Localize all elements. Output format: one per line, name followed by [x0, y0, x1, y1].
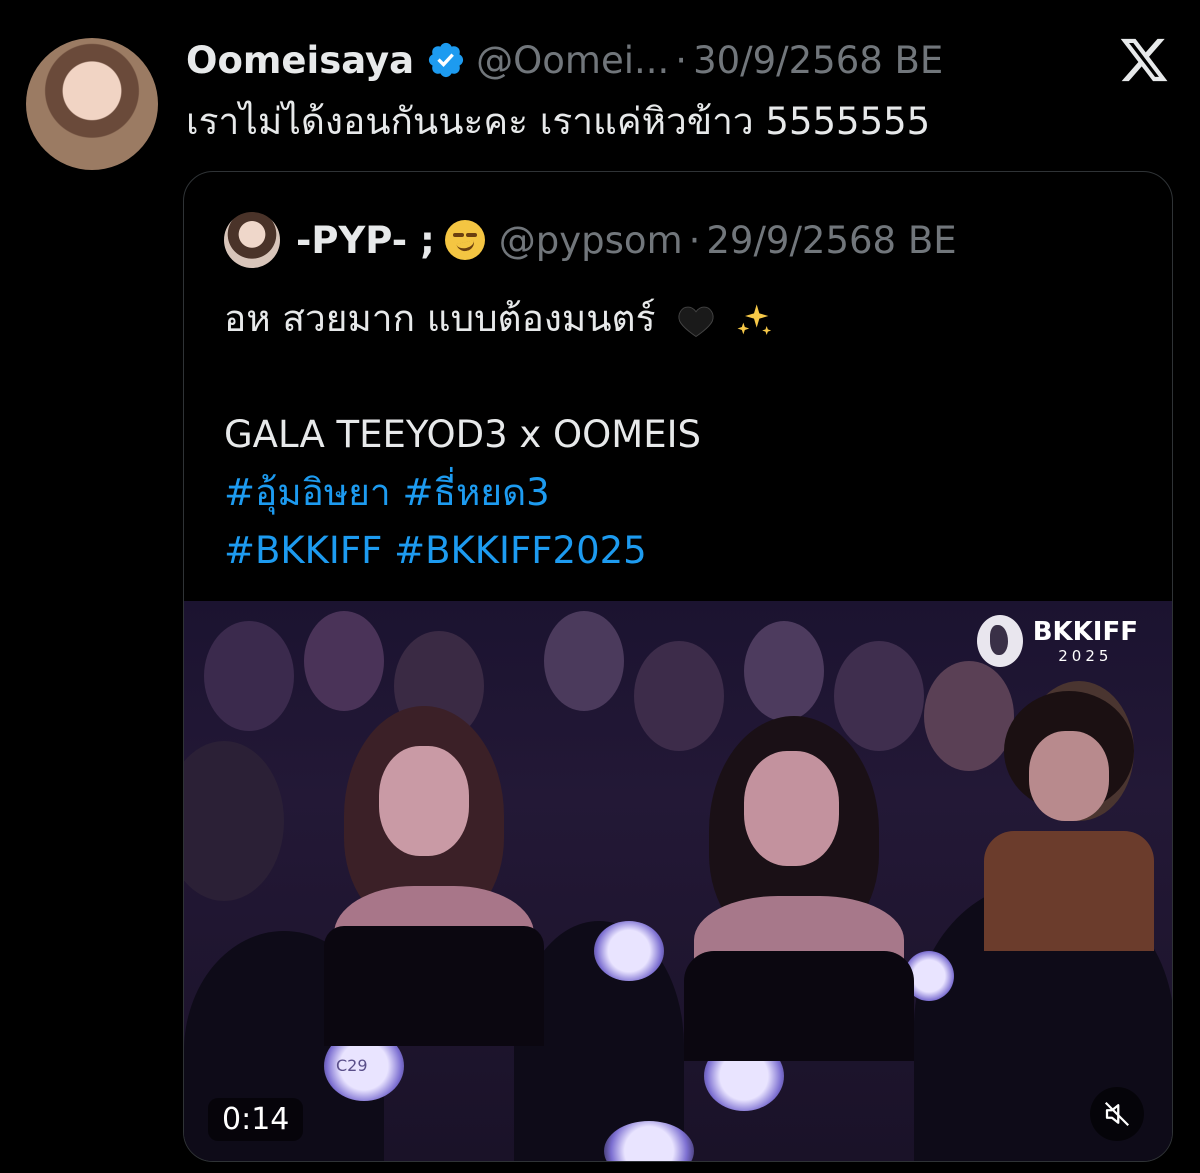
- author-avatar[interactable]: [26, 38, 158, 170]
- quoted-tweet-header: -PYP- ; @pypsom · 29/9/2568 BE: [224, 212, 957, 268]
- separator-dot: ·: [688, 218, 701, 262]
- person-right: [684, 716, 914, 1061]
- author-handle[interactable]: @Oomei...: [476, 39, 669, 82]
- tweet-text: เราไม่ได้งอนกันนะคะ เราแค่หิวข้าว 555555…: [186, 100, 931, 143]
- quoted-tweet[interactable]: -PYP- ; @pypsom · 29/9/2568 BE อห สวยมาก…: [183, 171, 1173, 1162]
- muted-speaker-icon: [1104, 1101, 1130, 1127]
- person-far-right: [984, 691, 1154, 951]
- quoted-author-handle[interactable]: @pypsom: [499, 219, 683, 262]
- black-heart-emoji-icon: [678, 306, 714, 337]
- mute-toggle-button[interactable]: [1090, 1087, 1144, 1141]
- quoted-tweet-body: อห สวยมาก แบบต้องมนตร์ GALA TEEYOD3 x OO…: [224, 290, 775, 580]
- x-logo-icon[interactable]: [1118, 34, 1170, 86]
- tweet-header: Oomeisaya @Oomei... · 30/9/2568 BE: [186, 34, 943, 86]
- smirking-face-emoji-icon: [444, 220, 485, 260]
- quoted-line-2: GALA TEEYOD3 x OOMEIS: [224, 413, 701, 456]
- quoted-tweet-date[interactable]: 29/9/2568 BE: [706, 219, 956, 262]
- seat-label: C29: [336, 1056, 368, 1075]
- quoted-line-1: อห สวยมาก แบบต้องมนตร์: [224, 290, 775, 348]
- verified-badge-icon: [429, 42, 464, 78]
- quoted-author-name[interactable]: -PYP- ;: [296, 219, 435, 262]
- quoted-line-1-text: อห สวยมาก แบบต้องมนตร์: [224, 297, 656, 340]
- person-left: [324, 706, 544, 1046]
- tweet-date[interactable]: 30/9/2568 BE: [693, 39, 943, 82]
- bkkiff-watermark: BKKIFF 2025: [976, 615, 1138, 667]
- hashtags-line-2[interactable]: #BKKIFF #BKKIFF2025: [224, 522, 775, 580]
- video-duration: 0:14: [208, 1098, 304, 1141]
- watermark-title: BKKIFF: [1032, 616, 1138, 647]
- quoted-author-avatar[interactable]: [224, 212, 280, 268]
- author-name[interactable]: Oomeisaya: [186, 39, 414, 82]
- video-player[interactable]: C29 BKKIFF 2025 0:14: [184, 601, 1172, 1161]
- hashtags-line-1[interactable]: #อุ้มอิษยา #ธี่หยด3: [224, 464, 775, 522]
- sparkles-emoji-icon: [737, 303, 772, 335]
- separator-dot: ·: [675, 38, 688, 82]
- watermark-year: 2025: [1058, 646, 1113, 665]
- bkkiff-logo-icon: [976, 615, 1023, 667]
